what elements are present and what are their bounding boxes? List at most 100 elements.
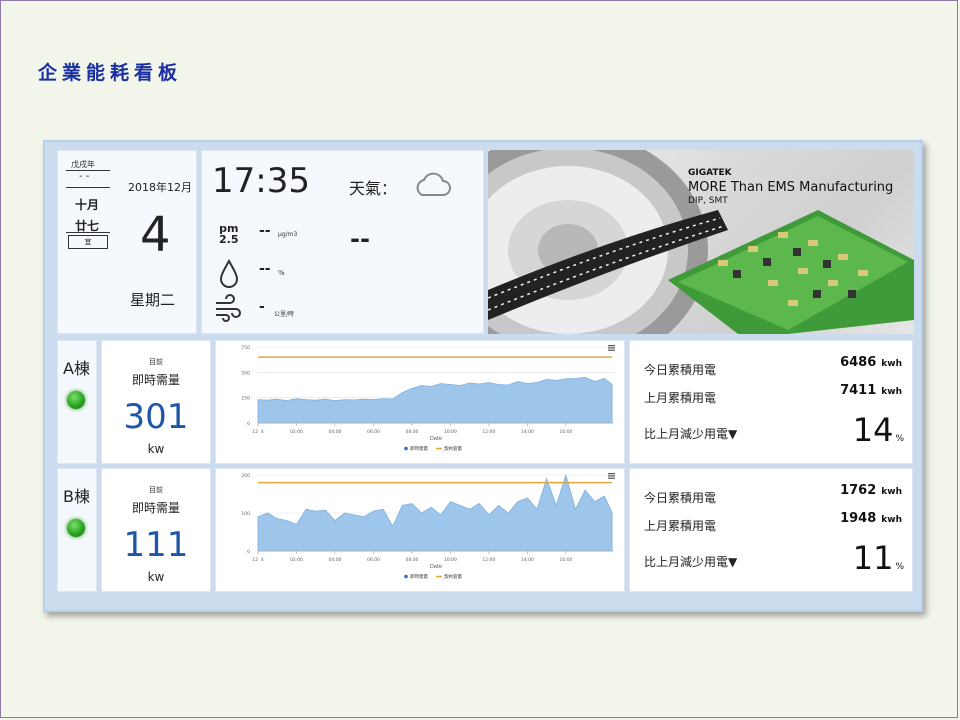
y-tick-label: 750 [241,345,250,351]
chart-menu-icon [608,477,615,479]
x-tick-label: 08:00 [405,557,418,563]
weather-value: -- [350,225,370,253]
chart-menu-icon [608,475,615,477]
x-tick-label: 12:00 [482,429,495,435]
x-tick-label: 06:00 [367,429,380,435]
x-tick-label: 14:00 [521,557,534,563]
lunar-month: 十月 [75,198,100,212]
clock-time: 17:35 [212,161,310,201]
building-name: A棟 [63,359,90,378]
compare-unit: % [895,562,904,572]
x-axis-label: Date [430,564,442,570]
lunar-year: 戊戌年 [71,160,95,169]
y-tick-label: 0 [247,549,250,555]
page-title: 企業能耗看板 [38,62,183,84]
compare-unit: % [895,434,904,444]
compare-value: 11 [852,539,894,577]
y-tick-label: 200 [241,473,250,479]
lastmonth-usage: 1948 kwh [840,511,902,526]
x-tick-label: 10:00 [444,557,457,563]
demand-area-series [257,473,613,552]
weekday: 星期二 [130,291,176,309]
today-usage-label: 今日累積用電 [644,363,717,377]
pm25-unit: μg/m3 [278,231,298,238]
lastmonth-usage-unit: kwh [881,387,902,397]
legend-label-capacity: 契約容量 [444,445,462,452]
building-b-demand-panel: 目前 即時需量 111 kw [101,468,211,592]
banner-subtitle: DIP, SMT [688,196,728,206]
chart-menu-icon [608,473,615,475]
company-banner: GIGATEK MORE Than EMS Manufacturing DIP,… [488,150,914,334]
divider [66,187,110,188]
x-tick-label: 16:00 [559,429,572,435]
demand-chart-b: 0 100 200 12. 4 02:00 04:00 06:00 08:00 10:00 12:… [241,473,615,580]
chart-menu-icon [608,349,615,351]
compare-label: 比上月減少用電▼ [644,555,738,569]
yi-badge: 宜 [68,235,108,249]
banner-tagline: MORE Than EMS Manufacturing [688,180,894,195]
demand-value: 301 [123,397,189,437]
demand-chart-a: 0 250 500 750 12. 4 02:00 04:00 06:00 08:00 10:00… [241,345,615,452]
pm25-label-bottom: 2.5 [219,233,239,246]
weather-panel: 17:35 天氣： -- pm 2.5 -- μg/m3 -- % - 公里/時 [201,150,484,334]
today-usage: 1762 kwh [840,483,902,498]
demand-unit: kw [147,570,165,584]
demand-value: 111 [123,525,189,565]
x-axis-label: Date [430,436,442,442]
status-indicator [67,519,85,537]
building-a-chart-panel: 0 250 500 750 12. 4 02:00 04:00 06:00 08:00 10:00… [215,340,625,464]
humidity-unit: % [278,269,285,277]
legend-label-demand: 即時需量 [410,573,428,580]
x-tick-label: 04:00 [328,429,341,435]
banner-brand: GIGATEK [688,168,732,178]
building-b-label-panel: B棟 [57,468,97,592]
building-b-stats-panel: 今日累積用電 1762 kwh 上月累積用電 1948 kwh 比上月減少用電▼ 1… [629,468,913,592]
building-a-demand-panel: 目前 即時需量 301 kw [101,340,211,464]
x-tick-label: 16:00 [559,557,572,563]
x-tick-label: 12. 4 [252,429,264,435]
chart-menu-icon [608,347,615,349]
wind-unit: 公里/時 [274,311,295,318]
humidity-value: -- [259,261,271,277]
legend-label-capacity: 契約容量 [444,573,462,580]
legend-marker-demand [404,574,408,579]
y-tick-label: 100 [241,511,250,517]
y-tick-label: 0 [247,421,250,427]
lastmonth-usage-unit: kwh [881,515,902,525]
building-a-stats-panel: 今日累積用電 6486 kwh 上月累積用電 7411 kwh 比上月減少用電▼ 1… [629,340,913,464]
droplet-icon [219,259,239,288]
x-tick-label: 10:00 [444,429,457,435]
building-b-chart-panel: 0 100 200 12. 4 02:00 04:00 06:00 08:00 10:00 12:… [215,468,625,592]
dashboard-board: 戊戌年 - - 十月 廿七 宜 2018年12月 4 星期二 17:35 天氣：… [43,140,923,612]
pm25-value: -- [259,223,271,239]
x-tick-label: 04:00 [328,557,341,563]
lunar-placeholder: - - [79,171,90,182]
status-indicator [67,391,85,409]
x-tick-label: 08:00 [405,429,418,435]
building-name: B棟 [63,487,90,506]
compare-value: 14 [852,411,894,449]
building-a-label-panel: A棟 [57,340,97,464]
demand-label-small: 目前 [149,358,163,366]
weather-label: 天氣： [349,179,398,198]
year-month: 2018年12月 [128,181,192,194]
demand-label: 即時需量 [131,501,180,515]
compare-label: 比上月減少用電▼ [644,427,738,441]
lastmonth-usage-label: 上月累積用電 [644,391,717,405]
wind-value: - [259,299,265,315]
demand-unit: kw [147,442,165,456]
y-tick-label: 250 [241,396,250,402]
x-tick-label: 12:00 [482,557,495,563]
y-tick-label: 500 [241,370,250,376]
x-tick-label: 14:00 [521,429,534,435]
demand-area-series [257,376,613,424]
divider [66,232,110,233]
wind-icon [216,294,241,322]
chart-menu-icon [608,345,615,347]
today-usage-unit: kwh [881,487,902,497]
pm25-label: pm 2.5 [219,223,239,245]
day-number: 4 [140,207,171,263]
cloud-icon [416,172,451,196]
demand-label: 即時需量 [131,373,180,387]
lastmonth-usage-value: 1948 [840,511,877,526]
